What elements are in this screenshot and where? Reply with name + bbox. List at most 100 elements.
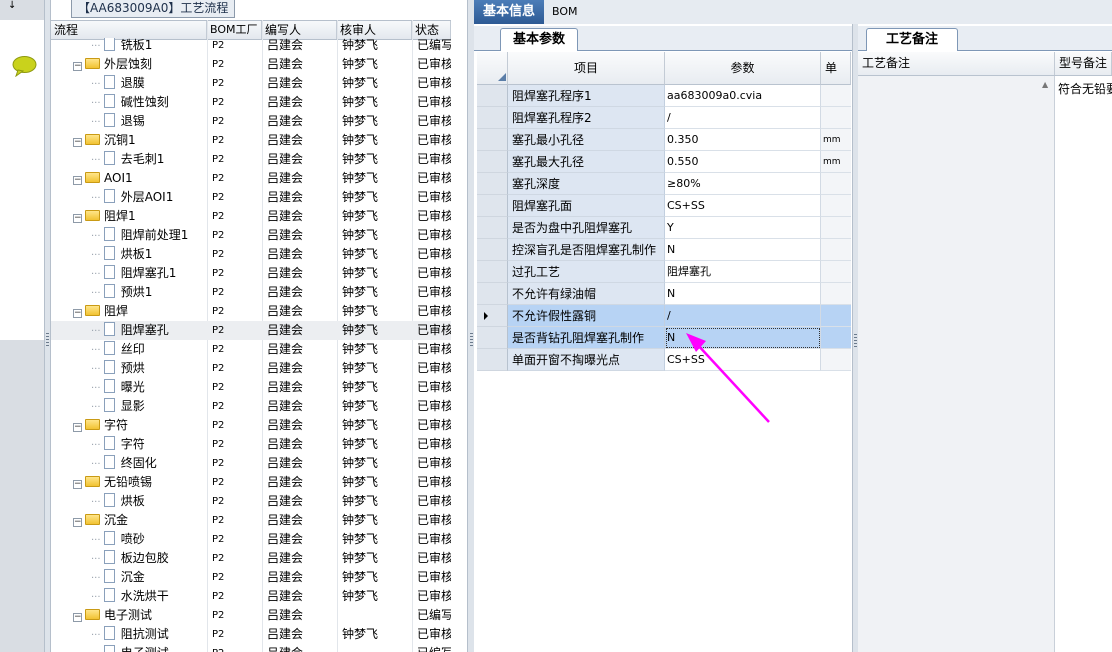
param-value-cell[interactable]: /	[665, 305, 821, 327]
splitter-grip[interactable]	[46, 333, 49, 347]
collapse-toggle-icon[interactable]: −	[73, 176, 82, 185]
tree-row[interactable]: ··· 阻焊前处理1 P2 吕建会 钟梦飞 已审核	[51, 226, 451, 245]
param-row[interactable]: 是否为盘中孔阻焊塞孔 Y	[477, 217, 851, 239]
param-row[interactable]: 塞孔深度 ≥80%	[477, 173, 851, 195]
tree-row[interactable]: ··· 水洗烘干 P2 吕建会 钟梦飞 已审核	[51, 587, 451, 606]
param-row[interactable]: 阻焊塞孔面 CS+SS	[477, 195, 851, 217]
collapse-toggle-icon[interactable]: −	[73, 423, 82, 432]
tree-row[interactable]: − 电子测试 P2 吕建会 已编写	[51, 606, 451, 625]
tree-node-name[interactable]: − 沉金	[51, 511, 229, 530]
pin-icon[interactable]: ↓	[8, 0, 16, 11]
tree-node-name[interactable]: − 字符	[51, 416, 229, 435]
param-value-cell[interactable]: N	[665, 239, 821, 261]
tree-row[interactable]: − 无铅喷锡 P2 吕建会 钟梦飞 已审核	[51, 473, 451, 492]
row-indicator[interactable]	[477, 151, 508, 173]
model-remark-cell[interactable]: 符合无铅要	[1055, 76, 1112, 652]
collapse-toggle-icon[interactable]: −	[73, 214, 82, 223]
row-indicator[interactable]	[477, 349, 508, 371]
tab-basic-params[interactable]: 基本参数	[500, 28, 578, 51]
tree-row[interactable]: − 沉铜1 P2 吕建会 钟梦飞 已审核	[51, 131, 451, 150]
row-indicator[interactable]	[477, 107, 508, 129]
tree-row[interactable]: ··· 铣板1 P2 吕建会 钟梦飞 已编写	[51, 38, 451, 55]
param-row[interactable]: 单面开窗不掏曝光点 CS+SS	[477, 349, 851, 371]
tree-row[interactable]: − 字符 P2 吕建会 钟梦飞 已审核	[51, 416, 451, 435]
row-indicator[interactable]	[477, 283, 508, 305]
param-row[interactable]: 过孔工艺 阻焊塞孔	[477, 261, 851, 283]
tree-node-name[interactable]: − 无铅喷锡	[51, 473, 229, 492]
param-value-cell[interactable]: Y	[665, 217, 821, 239]
tree-node-name[interactable]: − 沉铜1	[51, 131, 229, 150]
param-value-cell[interactable]: /	[665, 107, 821, 129]
tree-row[interactable]: − 沉金 P2 吕建会 钟梦飞 已审核	[51, 511, 451, 530]
tree-node-name[interactable]: − 阻焊	[51, 302, 229, 321]
row-indicator[interactable]	[477, 217, 508, 239]
param-row[interactable]: 塞孔最大孔径 0.550 mm	[477, 151, 851, 173]
col-header-param[interactable]: 参数	[665, 52, 821, 85]
left-splitter[interactable]	[44, 0, 51, 652]
col-header-flow[interactable]: 流程	[51, 21, 207, 39]
tree-node-name[interactable]: − 阻焊1	[51, 207, 229, 226]
col-header-unit[interactable]: 单	[821, 52, 851, 85]
collapse-toggle-icon[interactable]: −	[73, 138, 82, 147]
tree-row[interactable]: ··· 喷砂 P2 吕建会 钟梦飞 已审核	[51, 530, 451, 549]
tree-row[interactable]: ··· 预烘 P2 吕建会 钟梦飞 已审核	[51, 359, 451, 378]
tree-row[interactable]: ··· 退锡 P2 吕建会 钟梦飞 已审核	[51, 112, 451, 131]
tree-row[interactable]: ··· 字符 P2 吕建会 钟梦飞 已审核	[51, 435, 451, 454]
col-header-status[interactable]: 状态	[412, 21, 451, 39]
row-indicator[interactable]	[477, 85, 508, 107]
row-indicator[interactable]	[477, 261, 508, 283]
tree-row[interactable]: ··· 碱性蚀刻 P2 吕建会 钟梦飞 已审核	[51, 93, 451, 112]
tree-row[interactable]: ··· 阻焊塞孔 P2 吕建会 钟梦飞 已审核	[51, 321, 451, 340]
tab-process-remarks[interactable]: 工艺备注	[866, 28, 958, 51]
tree-node-name[interactable]: − AOI1	[51, 169, 229, 188]
param-row[interactable]: 不允许假性露铜 /	[477, 305, 851, 327]
col-header-process-remark[interactable]: 工艺备注	[858, 52, 1055, 75]
param-value-cell[interactable]: CS+SS	[665, 195, 821, 217]
col-header-bom-factory[interactable]: BOM工厂	[207, 21, 262, 39]
tree-row[interactable]: ··· 电子测试P2吕建会已编写	[51, 644, 451, 652]
tree-row[interactable]: ··· 板边包胶 P2 吕建会 钟梦飞 已审核	[51, 549, 451, 568]
tree-row[interactable]: ··· 预烘1 P2 吕建会 钟梦飞 已审核	[51, 283, 451, 302]
row-indicator[interactable]	[477, 173, 508, 195]
col-header-item[interactable]: 项目	[508, 52, 665, 85]
tree-row[interactable]: ··· 外层AOI1 P2 吕建会 钟梦飞 已审核	[51, 188, 451, 207]
tree-row[interactable]: ··· 退膜 P2 吕建会 钟梦飞 已审核	[51, 74, 451, 93]
tree-node-name[interactable]: − 外层蚀刻	[51, 55, 229, 74]
param-value-cell[interactable]: 0.550	[665, 151, 821, 173]
tree-row[interactable]: ··· 阻焊塞孔1 P2 吕建会 钟梦飞 已审核	[51, 264, 451, 283]
tab-basic-info[interactable]: 基本信息	[474, 0, 544, 24]
tree-row[interactable]: − AOI1 P2 吕建会 钟梦飞 已审核	[51, 169, 451, 188]
tree-row[interactable]: ··· 终固化 P2 吕建会 钟梦飞 已审核	[51, 454, 451, 473]
tree-row[interactable]: ··· 曝光 P2 吕建会 钟梦飞 已审核	[51, 378, 451, 397]
param-row[interactable]: 是否背钻孔阻焊塞孔制作 N	[477, 327, 851, 349]
row-indicator[interactable]	[477, 327, 508, 349]
param-row[interactable]: 阻焊塞孔程序1 aa683009a0.cvia	[477, 85, 851, 107]
tab-bom[interactable]: BOM	[552, 0, 578, 24]
tree-row[interactable]: ··· 烘板 P2 吕建会 钟梦飞 已审核	[51, 492, 451, 511]
collapse-toggle-icon[interactable]: −	[73, 62, 82, 71]
row-indicator[interactable]	[477, 305, 508, 327]
tree-row[interactable]: ··· 烘板1 P2 吕建会 钟梦飞 已审核	[51, 245, 451, 264]
tree-row[interactable]: ··· 显影 P2 吕建会 钟梦飞 已审核	[51, 397, 451, 416]
tree-row[interactable]: ··· 阻抗测试 P2 吕建会 钟梦飞 已审核	[51, 625, 451, 644]
param-value-cell[interactable]: N	[665, 283, 821, 305]
splitter-grip[interactable]	[854, 334, 857, 348]
collapse-toggle-icon[interactable]: −	[73, 518, 82, 527]
param-value-cell[interactable]: 0.350	[665, 129, 821, 151]
collapse-toggle-icon[interactable]: −	[73, 613, 82, 622]
row-indicator[interactable]	[477, 195, 508, 217]
tree-row[interactable]: ··· 去毛刺1 P2 吕建会 钟梦飞 已审核	[51, 150, 451, 169]
tree-row[interactable]: − 阻焊 P2 吕建会 钟梦飞 已审核	[51, 302, 451, 321]
process-flow-tab[interactable]: 【AA683009A0】工艺流程	[71, 0, 236, 18]
param-value-cell[interactable]: ≥80%	[665, 173, 821, 195]
param-value-cell[interactable]: N	[665, 327, 821, 349]
row-indicator[interactable]	[477, 129, 508, 151]
param-row[interactable]: 塞孔最小孔径 0.350 mm	[477, 129, 851, 151]
param-row[interactable]: 不允许有绿油帽 N	[477, 283, 851, 305]
tree-row[interactable]: ··· 丝印 P2 吕建会 钟梦飞 已审核	[51, 340, 451, 359]
param-value-cell[interactable]: 阻焊塞孔	[665, 261, 821, 283]
param-value-cell[interactable]: aa683009a0.cvia	[665, 85, 821, 107]
col-header-model-remark[interactable]: 型号备注	[1055, 52, 1112, 75]
param-value-cell[interactable]: CS+SS	[665, 349, 821, 371]
col-header-reviewer[interactable]: 核审人	[337, 21, 412, 39]
